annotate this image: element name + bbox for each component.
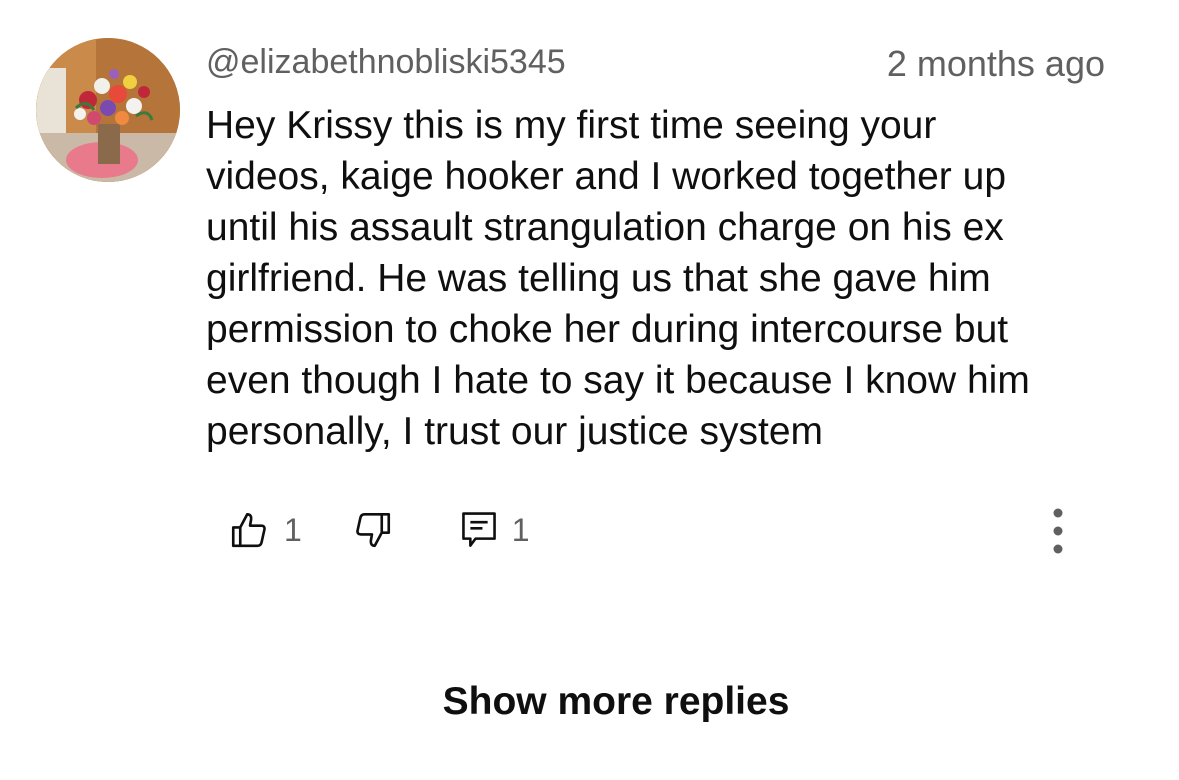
avatar[interactable] bbox=[36, 38, 180, 182]
comment-action-bar: 1 1 bbox=[228, 502, 530, 558]
show-more-replies-button[interactable]: Show more replies bbox=[0, 676, 1179, 728]
comment-text-line: Hey Krissy this is my first time seeing … bbox=[206, 104, 937, 147]
avatar-image bbox=[36, 38, 180, 182]
thumbs-down-icon bbox=[355, 512, 390, 548]
comment-timestamp: 2 months ago bbox=[886, 43, 1105, 84]
comment-text-line: personally, I trust our justice system bbox=[206, 410, 823, 453]
reply-count: 1 bbox=[511, 511, 530, 548]
more-vertical-icon bbox=[1053, 508, 1063, 554]
dislike-button[interactable] bbox=[352, 509, 394, 551]
comment-icon bbox=[461, 512, 496, 547]
comment-text: Hey Krissy this is my first time seeing … bbox=[206, 100, 1106, 457]
comment-text-line: girlfriend. He was telling us that she g… bbox=[206, 257, 991, 300]
like-button[interactable]: 1 bbox=[228, 509, 302, 551]
more-options-button[interactable] bbox=[1038, 502, 1078, 560]
thumbs-up-icon bbox=[231, 512, 266, 548]
comment-text-line: videos, kaige hooker and I worked togeth… bbox=[206, 155, 1007, 198]
comment-text-line: permission to choke her during intercour… bbox=[206, 308, 1009, 351]
comment-text-line: even though I hate to say it because I k… bbox=[206, 359, 1030, 402]
like-count: 1 bbox=[284, 511, 302, 548]
comment-author[interactable]: @elizabethnobliski5345 bbox=[206, 38, 566, 86]
comment-text-line: until his assault strangulation charge o… bbox=[206, 206, 1004, 249]
reply-button[interactable]: 1 bbox=[460, 509, 530, 551]
